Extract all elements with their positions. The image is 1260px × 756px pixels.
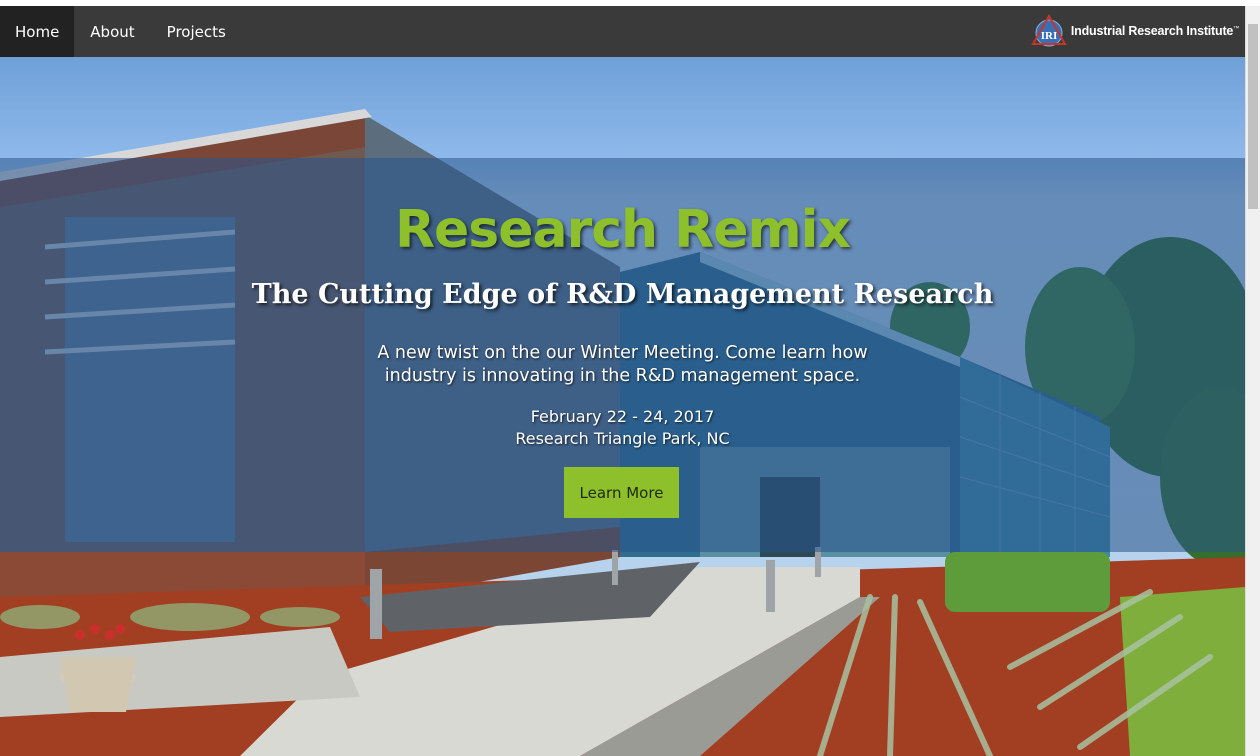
nav-projects-link[interactable]: Projects xyxy=(151,6,242,57)
brand-trademark: ™ xyxy=(1233,25,1239,32)
hero-description: A new twist on the our Winter Meeting. C… xyxy=(377,343,868,386)
event-date: February 22 - 24, 2017 xyxy=(530,407,715,426)
hero-title: Research Remix xyxy=(394,200,851,260)
nav-home-link[interactable]: Home xyxy=(0,6,75,57)
svg-text:IRI: IRI xyxy=(1041,30,1058,42)
learn-more-button[interactable]: Learn More xyxy=(564,467,679,518)
top-navbar: Home About Projects IRI Industrial Resea… xyxy=(0,6,1245,57)
page-scrollbar[interactable] xyxy=(1245,6,1260,756)
iri-logo-icon: IRI xyxy=(1031,14,1067,48)
nav-about-link[interactable]: About xyxy=(74,6,150,57)
scrollbar-thumb[interactable] xyxy=(1248,24,1258,209)
brand[interactable]: IRI Industrial Research Institute™ xyxy=(1031,14,1239,48)
brand-name-text: Industrial Research Institute xyxy=(1070,24,1234,38)
hero-section: Research Remix The Cutting Edge of R&D M… xyxy=(0,57,1245,756)
event-location: Research Triangle Park, NC xyxy=(515,429,730,448)
hero-subtitle: The Cutting Edge of R&D Management Resea… xyxy=(251,279,994,310)
brand-name: Industrial Research Institute™ xyxy=(1071,24,1239,38)
